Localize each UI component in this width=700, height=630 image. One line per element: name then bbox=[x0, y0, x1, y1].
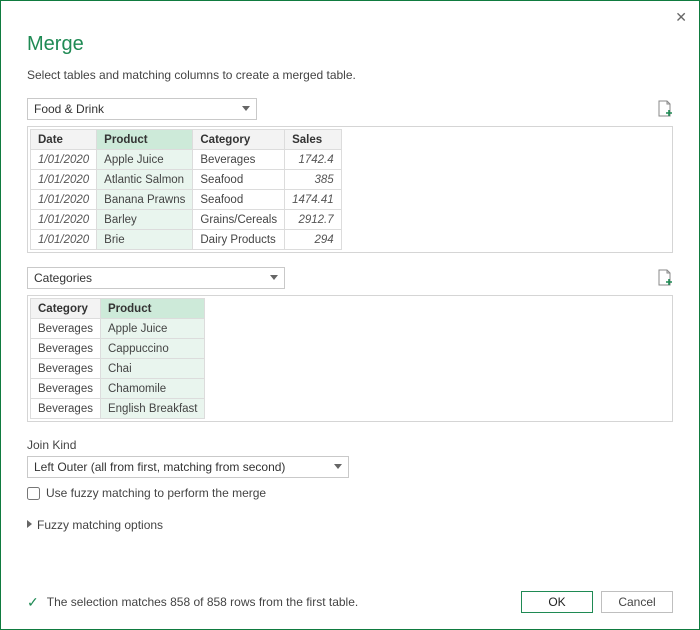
table-cell[interactable]: Beverages bbox=[31, 319, 101, 339]
column-header[interactable]: Product bbox=[97, 130, 193, 150]
table-row[interactable]: BeveragesChai bbox=[31, 359, 205, 379]
table-cell[interactable]: Beverages bbox=[31, 379, 101, 399]
close-icon: ✕ bbox=[675, 9, 687, 25]
table-cell[interactable]: Dairy Products bbox=[193, 230, 285, 250]
status-row: ✓ The selection matches 858 of 858 rows … bbox=[27, 594, 358, 611]
table-cell[interactable]: 1742.4 bbox=[285, 150, 342, 170]
table-cell[interactable]: Banana Prawns bbox=[97, 190, 193, 210]
column-header[interactable]: Product bbox=[100, 299, 205, 319]
table-cell[interactable]: Chai bbox=[100, 359, 205, 379]
table-cell[interactable]: 385 bbox=[285, 170, 342, 190]
join-kind-dropdown[interactable]: Left Outer (all from first, matching fro… bbox=[27, 456, 349, 478]
table-cell[interactable]: 1/01/2020 bbox=[31, 150, 97, 170]
join-kind-label: Join Kind bbox=[27, 438, 673, 452]
table-cell[interactable]: Brie bbox=[97, 230, 193, 250]
table-cell[interactable]: 1/01/2020 bbox=[31, 190, 97, 210]
table-cell[interactable]: 1474.41 bbox=[285, 190, 342, 210]
dialog-title: Merge bbox=[27, 33, 673, 56]
fuzzy-options-expander[interactable]: Fuzzy matching options bbox=[27, 518, 673, 532]
table-cell[interactable]: Beverages bbox=[193, 150, 285, 170]
table-cell[interactable]: 1/01/2020 bbox=[31, 170, 97, 190]
chevron-down-icon bbox=[270, 275, 278, 280]
join-kind-value: Left Outer (all from first, matching fro… bbox=[34, 460, 285, 474]
table-cell[interactable]: Chamomile bbox=[100, 379, 205, 399]
table-cell[interactable]: 1/01/2020 bbox=[31, 230, 97, 250]
table-row[interactable]: 1/01/2020BarleyGrains/Cereals2912.7 bbox=[31, 210, 342, 230]
table-cell[interactable]: Beverages bbox=[31, 339, 101, 359]
ok-button[interactable]: OK bbox=[521, 591, 593, 613]
column-header[interactable]: Sales bbox=[285, 130, 342, 150]
fuzzy-checkbox-row[interactable]: Use fuzzy matching to perform the merge bbox=[27, 486, 673, 500]
table2-select-row: Categories bbox=[27, 267, 673, 289]
table1-select-row: Food & Drink bbox=[27, 98, 673, 120]
status-text: The selection matches 858 of 858 rows fr… bbox=[47, 595, 358, 609]
table-cell[interactable]: Seafood bbox=[193, 170, 285, 190]
table-cell[interactable]: Cappuccino bbox=[100, 339, 205, 359]
table-row[interactable]: 1/01/2020BrieDairy Products294 bbox=[31, 230, 342, 250]
fuzzy-checkbox[interactable] bbox=[27, 487, 40, 500]
table-cell[interactable]: English Breakfast bbox=[100, 399, 205, 419]
chevron-right-icon bbox=[27, 520, 32, 528]
table-cell[interactable]: Apple Juice bbox=[97, 150, 193, 170]
close-button[interactable]: ✕ bbox=[675, 9, 687, 26]
chevron-down-icon bbox=[334, 464, 342, 469]
table-cell[interactable]: Grains/Cereals bbox=[193, 210, 285, 230]
table-cell[interactable]: Beverages bbox=[31, 359, 101, 379]
table-cell[interactable]: 1/01/2020 bbox=[31, 210, 97, 230]
chevron-down-icon bbox=[242, 106, 250, 111]
column-header[interactable]: Date bbox=[31, 130, 97, 150]
table-cell[interactable]: Apple Juice bbox=[100, 319, 205, 339]
table2-preview[interactable]: CategoryProductBeveragesApple JuiceBever… bbox=[27, 295, 673, 422]
table1-dropdown[interactable]: Food & Drink bbox=[27, 98, 257, 120]
fuzzy-options-label: Fuzzy matching options bbox=[37, 518, 163, 532]
table-row[interactable]: BeveragesChamomile bbox=[31, 379, 205, 399]
column-header[interactable]: Category bbox=[31, 299, 101, 319]
dialog-footer: ✓ The selection matches 858 of 858 rows … bbox=[27, 575, 673, 613]
table-cell[interactable]: Seafood bbox=[193, 190, 285, 210]
table-row[interactable]: BeveragesApple Juice bbox=[31, 319, 205, 339]
table-row[interactable]: 1/01/2020Banana PrawnsSeafood1474.41 bbox=[31, 190, 342, 210]
table-cell[interactable]: Beverages bbox=[31, 399, 101, 419]
table1-preview[interactable]: DateProductCategorySales1/01/2020Apple J… bbox=[27, 126, 673, 253]
table-row[interactable]: 1/01/2020Atlantic SalmonSeafood385 bbox=[31, 170, 342, 190]
merge-dialog: ✕ Merge Select tables and matching colum… bbox=[0, 0, 700, 630]
table-cell[interactable]: Atlantic Salmon bbox=[97, 170, 193, 190]
table-cell[interactable]: 2912.7 bbox=[285, 210, 342, 230]
column-header[interactable]: Category bbox=[193, 130, 285, 150]
table1-dropdown-value: Food & Drink bbox=[34, 102, 104, 116]
table2-dropdown[interactable]: Categories bbox=[27, 267, 285, 289]
add-table1-icon[interactable] bbox=[657, 100, 673, 118]
table-row[interactable]: BeveragesCappuccino bbox=[31, 339, 205, 359]
table-row[interactable]: 1/01/2020Apple JuiceBeverages1742.4 bbox=[31, 150, 342, 170]
table2-dropdown-value: Categories bbox=[34, 271, 92, 285]
table-row[interactable]: BeveragesEnglish Breakfast bbox=[31, 399, 205, 419]
fuzzy-checkbox-label: Use fuzzy matching to perform the merge bbox=[46, 486, 266, 500]
cancel-button[interactable]: Cancel bbox=[601, 591, 673, 613]
add-table2-icon[interactable] bbox=[657, 269, 673, 287]
table-cell[interactable]: Barley bbox=[97, 210, 193, 230]
button-row: OK Cancel bbox=[521, 591, 673, 613]
table-cell[interactable]: 294 bbox=[285, 230, 342, 250]
dialog-subtitle: Select tables and matching columns to cr… bbox=[27, 68, 673, 82]
check-icon: ✓ bbox=[27, 594, 39, 611]
